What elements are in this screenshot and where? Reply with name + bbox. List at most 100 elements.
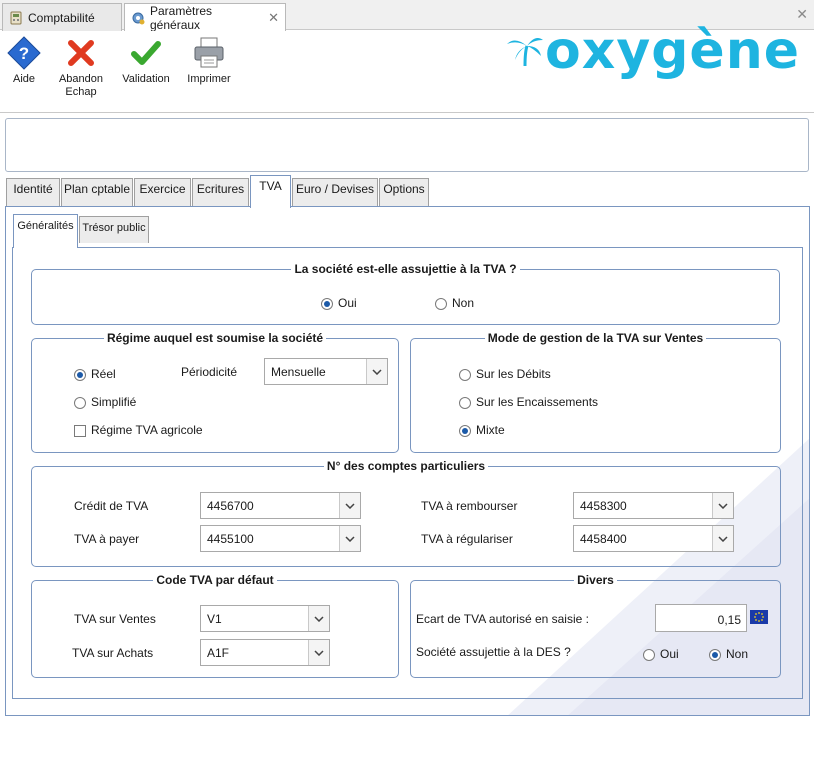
radio-selected[interactable] (709, 648, 721, 661)
aide-button[interactable]: ? Aide (0, 36, 54, 86)
periodicite-label: Périodicité (181, 365, 238, 379)
subtab-label: Trésor public (82, 222, 146, 234)
select-value: V1 (207, 612, 222, 626)
checkbox-label: Régime TVA agricole (91, 423, 203, 437)
subtab-generalites[interactable]: Généralités (13, 214, 78, 248)
periodicite-select[interactable]: Mensuelle (264, 358, 388, 385)
oxygene-logo: oxygène (505, 18, 800, 81)
cancel-x-icon (68, 40, 94, 66)
regime-reel-radio[interactable]: Réel (74, 367, 116, 381)
svg-text:?: ? (19, 44, 29, 63)
select-value: 4458400 (580, 532, 627, 546)
radio-unselected[interactable] (459, 396, 471, 409)
chevron-down-icon[interactable] (308, 606, 329, 631)
tab-identite[interactable]: Identité (6, 178, 60, 207)
tva-achats-select[interactable]: A1F (200, 639, 330, 666)
tva-achats-label: TVA sur Achats (72, 646, 154, 660)
des-oui-radio[interactable]: Oui (643, 647, 679, 661)
subtab-label: Généralités (17, 220, 74, 232)
radio-selected[interactable] (74, 368, 86, 381)
assujettie-group: La société est-elle assujettie à la TVA … (31, 262, 780, 325)
palm-tree-icon (505, 21, 545, 81)
radio-label: Mixte (476, 423, 505, 437)
radio-label: Simplifié (91, 395, 137, 409)
imprimer-label: Imprimer (187, 73, 231, 85)
checkbox[interactable] (74, 424, 86, 437)
radio-unselected[interactable] (643, 648, 655, 661)
group-title: N° des comptes particuliers (323, 459, 489, 473)
chevron-down-icon[interactable] (308, 640, 329, 665)
group-title: Régime auquel est soumise la société (103, 331, 327, 345)
chevron-down-icon[interactable] (366, 359, 387, 384)
tab-label: TVA (259, 179, 282, 193)
subtab-tresor-public[interactable]: Trésor public (79, 216, 149, 243)
des-label: Société assujettie à la DES ? (416, 645, 571, 659)
radio-unselected[interactable] (459, 368, 471, 381)
checkmark-icon (131, 41, 161, 65)
validation-label: Validation (122, 73, 170, 85)
radio-label: Sur les Encaissements (476, 395, 599, 409)
group-title: Code TVA par défaut (153, 573, 277, 587)
assujettie-oui-radio[interactable]: Oui (321, 296, 357, 310)
credit-tva-select[interactable]: 4456700 (200, 492, 361, 519)
des-non-radio[interactable]: Non (709, 647, 748, 661)
radio-selected[interactable] (459, 424, 471, 437)
abandon-button[interactable]: Abandon Echap (51, 36, 111, 99)
radio-label: Sur les Débits (476, 367, 551, 381)
tva-regulariser-select[interactable]: 4458400 (573, 525, 734, 552)
radio-selected[interactable] (321, 297, 333, 310)
radio-label: Non (726, 647, 749, 661)
window-tab-label: Paramètres généraux (150, 3, 213, 32)
abandon-label: Abandon (58, 73, 104, 85)
mode-mixte-radio[interactable]: Mixte (459, 423, 505, 437)
validation-button[interactable]: Validation (116, 36, 176, 86)
chevron-down-icon[interactable] (339, 493, 360, 518)
radio-unselected[interactable] (74, 396, 86, 409)
regime-agricole-checkbox[interactable]: Régime TVA agricole (74, 423, 203, 437)
regime-simplifie-radio[interactable]: Simplifié (74, 395, 136, 409)
info-panel (5, 118, 809, 172)
close-tab-icon[interactable]: ✕ (268, 10, 279, 26)
radio-label: Oui (660, 647, 679, 661)
window-tab-label: Comptabilité (28, 10, 95, 25)
radio-label: Réel (91, 367, 116, 381)
printer-icon (194, 37, 224, 68)
tva-regulariser-label: TVA à régulariser (421, 532, 513, 546)
window-tab-parametres[interactable]: Paramètres généraux ✕ (124, 3, 286, 32)
chevron-down-icon[interactable] (712, 493, 733, 518)
group-title: Divers (574, 573, 617, 587)
tva-rembourser-label: TVA à rembourser (421, 499, 518, 513)
tab-label: Plan cptable (63, 182, 131, 196)
tab-label: Ecritures (196, 182, 245, 196)
tva-rembourser-select[interactable]: 4458300 (573, 492, 734, 519)
chevron-down-icon[interactable] (339, 526, 360, 551)
ecart-tva-input[interactable]: 0,15 (655, 604, 747, 632)
radio-unselected[interactable] (435, 297, 447, 310)
tva-payer-label: TVA à payer (74, 532, 140, 546)
tab-ecritures[interactable]: Ecritures (192, 178, 249, 207)
abandon-shortcut-label: Echap (65, 86, 97, 98)
select-value: 4455100 (207, 532, 254, 546)
euro-flag-icon[interactable] (750, 610, 768, 627)
tab-label: Euro / Devises (295, 182, 375, 196)
window-tab-comptabilite[interactable]: Comptabilité (2, 3, 122, 31)
tva-payer-select[interactable]: 4455100 (200, 525, 361, 552)
select-value: 4458300 (580, 499, 627, 513)
group-title: La société est-elle assujettie à la TVA … (291, 262, 520, 276)
calculator-icon (9, 11, 23, 25)
assujettie-non-radio[interactable]: Non (435, 296, 474, 310)
tab-options[interactable]: Options (379, 178, 429, 207)
imprimer-button[interactable]: Imprimer (179, 36, 239, 86)
ecart-tva-label: Ecart de TVA autorisé en saisie : (416, 612, 589, 626)
tab-tva[interactable]: TVA (250, 175, 291, 208)
tab-euro-devises[interactable]: Euro / Devises (292, 178, 378, 207)
mode-encaissements-radio[interactable]: Sur les Encaissements (459, 395, 598, 409)
tab-plan-cptable[interactable]: Plan cptable (61, 178, 133, 207)
radio-label: Oui (338, 296, 357, 310)
mode-debits-radio[interactable]: Sur les Débits (459, 367, 551, 381)
tva-ventes-select[interactable]: V1 (200, 605, 330, 632)
tab-exercice[interactable]: Exercice (134, 178, 191, 207)
select-value: 4456700 (207, 499, 254, 513)
tab-label: Options (383, 182, 425, 196)
chevron-down-icon[interactable] (712, 526, 733, 551)
